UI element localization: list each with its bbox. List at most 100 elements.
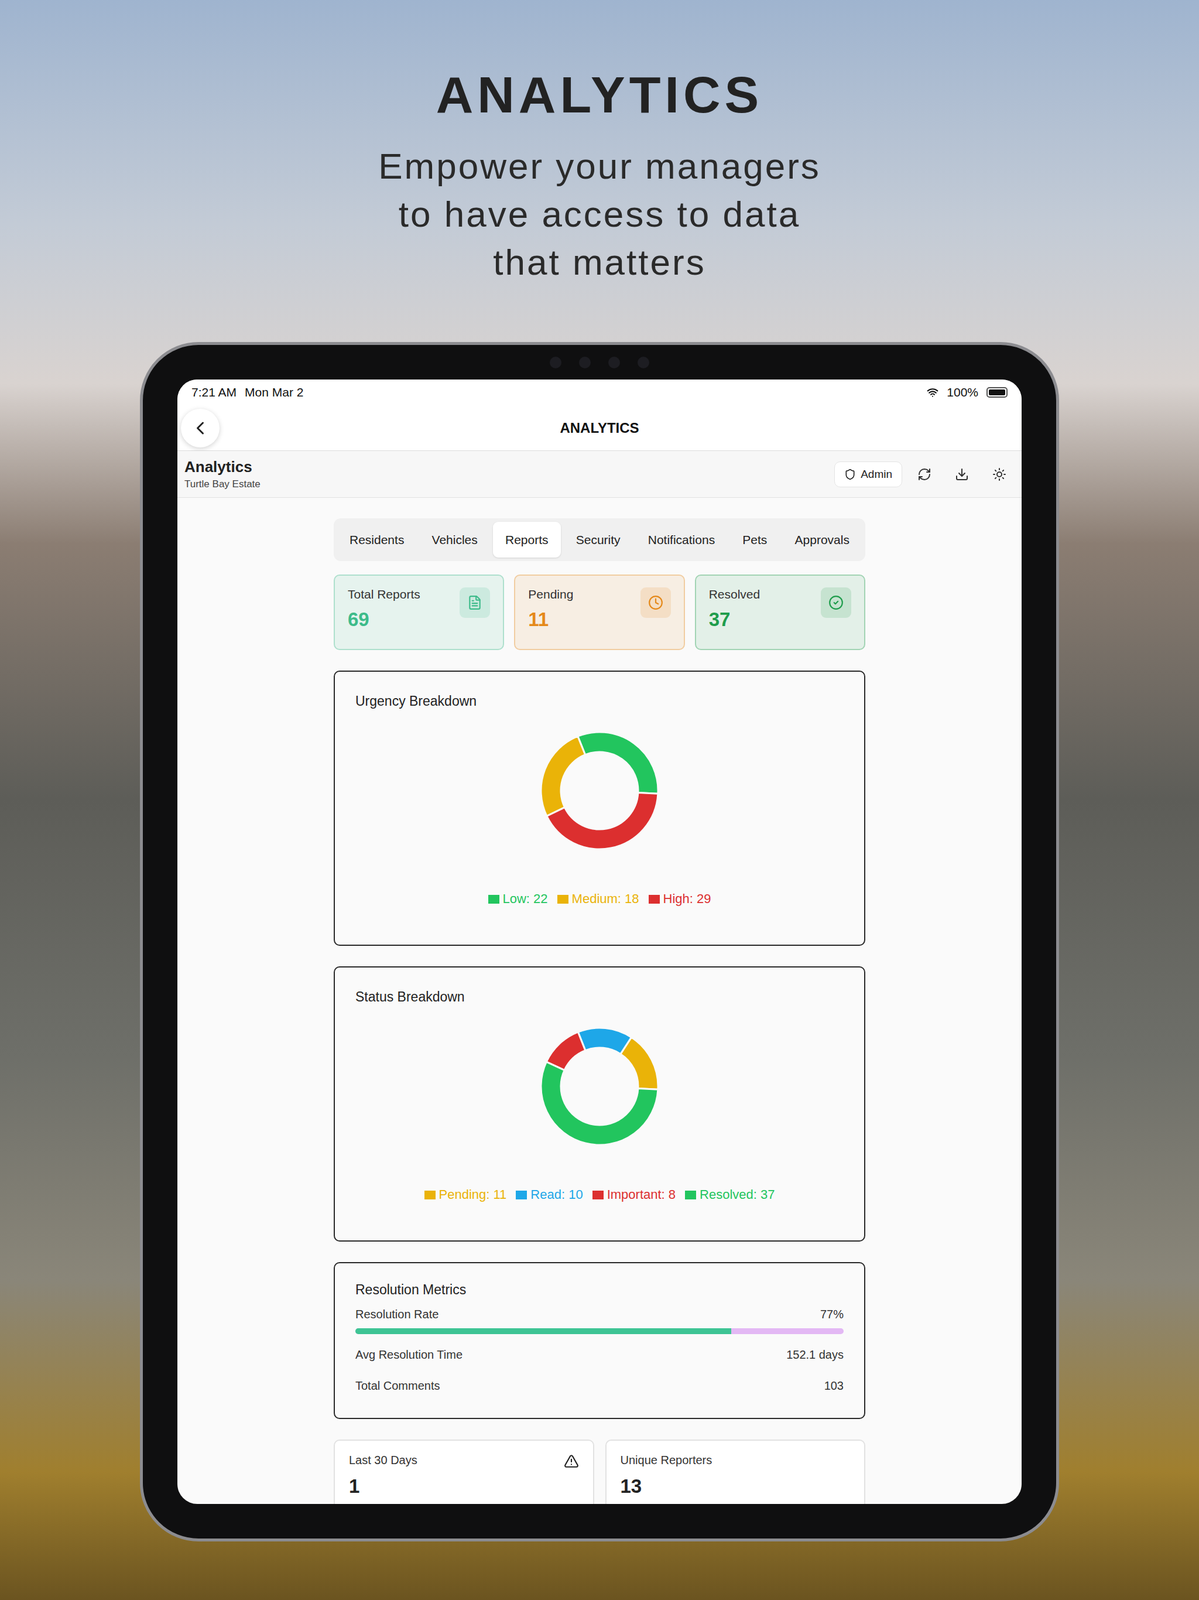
tab[interactable]: Notifications	[635, 521, 728, 558]
stat-value: 37	[708, 608, 761, 631]
tab[interactable]: Approvals	[782, 521, 862, 558]
legend-item[interactable]: Medium: 18	[557, 891, 640, 907]
legend-swatch	[424, 1190, 436, 1199]
nav-bar: ANALYTICS	[177, 405, 1022, 451]
legend-item[interactable]: Resolved: 37	[684, 1186, 775, 1202]
summary-card: Last 30 Days 1	[333, 1439, 595, 1504]
legend-swatch	[648, 894, 660, 904]
role-button[interactable]: Admin	[834, 461, 903, 488]
camera-dot	[637, 356, 650, 369]
stat-grid: Total Reports 69 Pending11 Resolved 37	[333, 574, 866, 650]
stat-label: Pending	[528, 587, 574, 602]
header-title: Analytics	[184, 457, 261, 476]
chart-legend: Low: 22 Medium: 18 High: 29	[355, 891, 844, 907]
stat-label: Total Reports	[347, 587, 421, 602]
stat-value: 69	[347, 608, 421, 631]
tablet-frame: 7:21 AM Mon Mar 2 100% ANALYTICS Analytics Tu…	[139, 341, 1060, 1541]
donut-segment[interactable]	[540, 735, 586, 816]
stat-icon-box	[459, 587, 491, 618]
status-bar: 7:21 AM Mon Mar 2 100%	[177, 379, 1022, 406]
status-left: 7:21 AM Mon Mar 2	[191, 385, 304, 400]
subtitle-line: Empower your managers	[378, 142, 821, 191]
battery-fill	[988, 389, 1006, 396]
metric-row: Avg Resolution Time152.1 days	[355, 1347, 844, 1362]
summary-label: Last 30 Days	[348, 1453, 418, 1467]
summary-value: 13	[620, 1474, 713, 1497]
chart-title: Urgency Breakdown	[355, 692, 844, 710]
tab[interactable]: Vehicles	[419, 521, 491, 558]
summary-label: Unique Reporters	[620, 1453, 713, 1467]
back-button[interactable]	[180, 408, 220, 448]
legend-item[interactable]: Important: 8	[592, 1186, 676, 1202]
stat-icon	[648, 594, 664, 611]
stat-icon	[467, 594, 483, 611]
nav-title: ANALYTICS	[559, 419, 639, 437]
stat-label: Resolved	[708, 587, 761, 602]
legend-item[interactable]: Low: 22	[488, 891, 548, 907]
summary-grid: Last 30 Days 1 Unique Reporters 13	[333, 1439, 866, 1504]
subtitle-line: to have access to data	[398, 190, 801, 239]
chart-title: Status Breakdown	[355, 987, 844, 1006]
camera-dot	[549, 356, 562, 369]
summary-value: 1	[348, 1474, 418, 1497]
legend-swatch	[592, 1190, 604, 1199]
camera-row	[177, 344, 1022, 380]
donut-segment[interactable]	[546, 792, 659, 849]
stat-card: Pending11	[514, 574, 685, 650]
top-group: ResidentsVehiclesReportsSecurityNotifica…	[333, 518, 866, 650]
sun-icon	[992, 467, 1007, 482]
camera-dot	[579, 356, 591, 369]
status-date: Mon Mar 2	[244, 385, 304, 400]
refresh-button[interactable]	[909, 458, 940, 490]
tab[interactable]: Security	[563, 521, 633, 558]
rate-bar	[355, 1327, 844, 1334]
donut-segment[interactable]	[577, 731, 659, 794]
status-right: 100%	[926, 385, 1008, 400]
content-column: ResidentsVehiclesReportsSecurityNotifica…	[333, 518, 866, 1504]
tab[interactable]: Pets	[730, 521, 780, 558]
tab[interactable]: Residents	[337, 521, 417, 558]
legend-swatch	[488, 894, 500, 904]
chart-card: Status Breakdown Pending: 11 Read: 10 Impor…	[333, 965, 866, 1242]
header-actions: Admin	[834, 458, 1015, 490]
metric-row: Total Comments103	[355, 1378, 844, 1393]
stat-card: Total Reports 69	[333, 574, 505, 650]
camera-dot	[608, 356, 620, 369]
sun-button[interactable]	[984, 458, 1015, 490]
stat-card: Resolved 37	[694, 574, 866, 650]
summary-card: Unique Reporters 13	[605, 1439, 866, 1504]
legend-item[interactable]: Pending: 11	[424, 1186, 507, 1202]
rate-bar-fill	[355, 1327, 732, 1334]
chevron-left-icon	[189, 417, 211, 439]
headline: ANALYTICS	[436, 65, 763, 125]
tab[interactable]: Reports	[492, 521, 561, 558]
metrics-card: Resolution Metrics Resolution Rate77% Avg …	[333, 1261, 866, 1419]
wifi-icon	[926, 386, 939, 399]
page-header: Analytics Turtle Bay Estate Admin	[177, 450, 1022, 498]
legend-item[interactable]: Read: 10	[515, 1186, 583, 1202]
subtitle-line: that matters	[492, 238, 706, 287]
legend-swatch	[557, 894, 569, 904]
screen: 7:21 AM Mon Mar 2 100% ANALYTICS Analytics Tu…	[177, 379, 1022, 1504]
download-button[interactable]	[946, 458, 978, 490]
tab-bar: ResidentsVehiclesReportsSecurityNotifica…	[333, 518, 866, 561]
page: ANALYTICS Empower your managersto have ac…	[0, 0, 1199, 1600]
metric-row: Resolution Rate77%	[355, 1307, 844, 1321]
metrics-title: Resolution Metrics	[355, 1280, 844, 1298]
content: ResidentsVehiclesReportsSecurityNotifica…	[177, 497, 1022, 1504]
legend-swatch	[515, 1190, 527, 1199]
status-time: 7:21 AM	[191, 385, 237, 400]
stat-icon-box	[820, 587, 852, 618]
download-icon	[954, 467, 969, 482]
legend-swatch	[684, 1190, 697, 1199]
donut-chart	[540, 731, 659, 849]
battery-icon	[986, 386, 1008, 398]
shield-icon	[844, 468, 856, 481]
refresh-icon	[917, 467, 932, 482]
legend-item[interactable]: High: 29	[648, 891, 712, 907]
stat-icon-box	[640, 587, 671, 618]
header-subtitle: Turtle Bay Estate	[184, 478, 261, 491]
donut-segment[interactable]	[540, 1061, 659, 1145]
subtitle: Empower your managersto have access to d…	[378, 142, 821, 287]
donut-chart	[540, 1027, 659, 1145]
